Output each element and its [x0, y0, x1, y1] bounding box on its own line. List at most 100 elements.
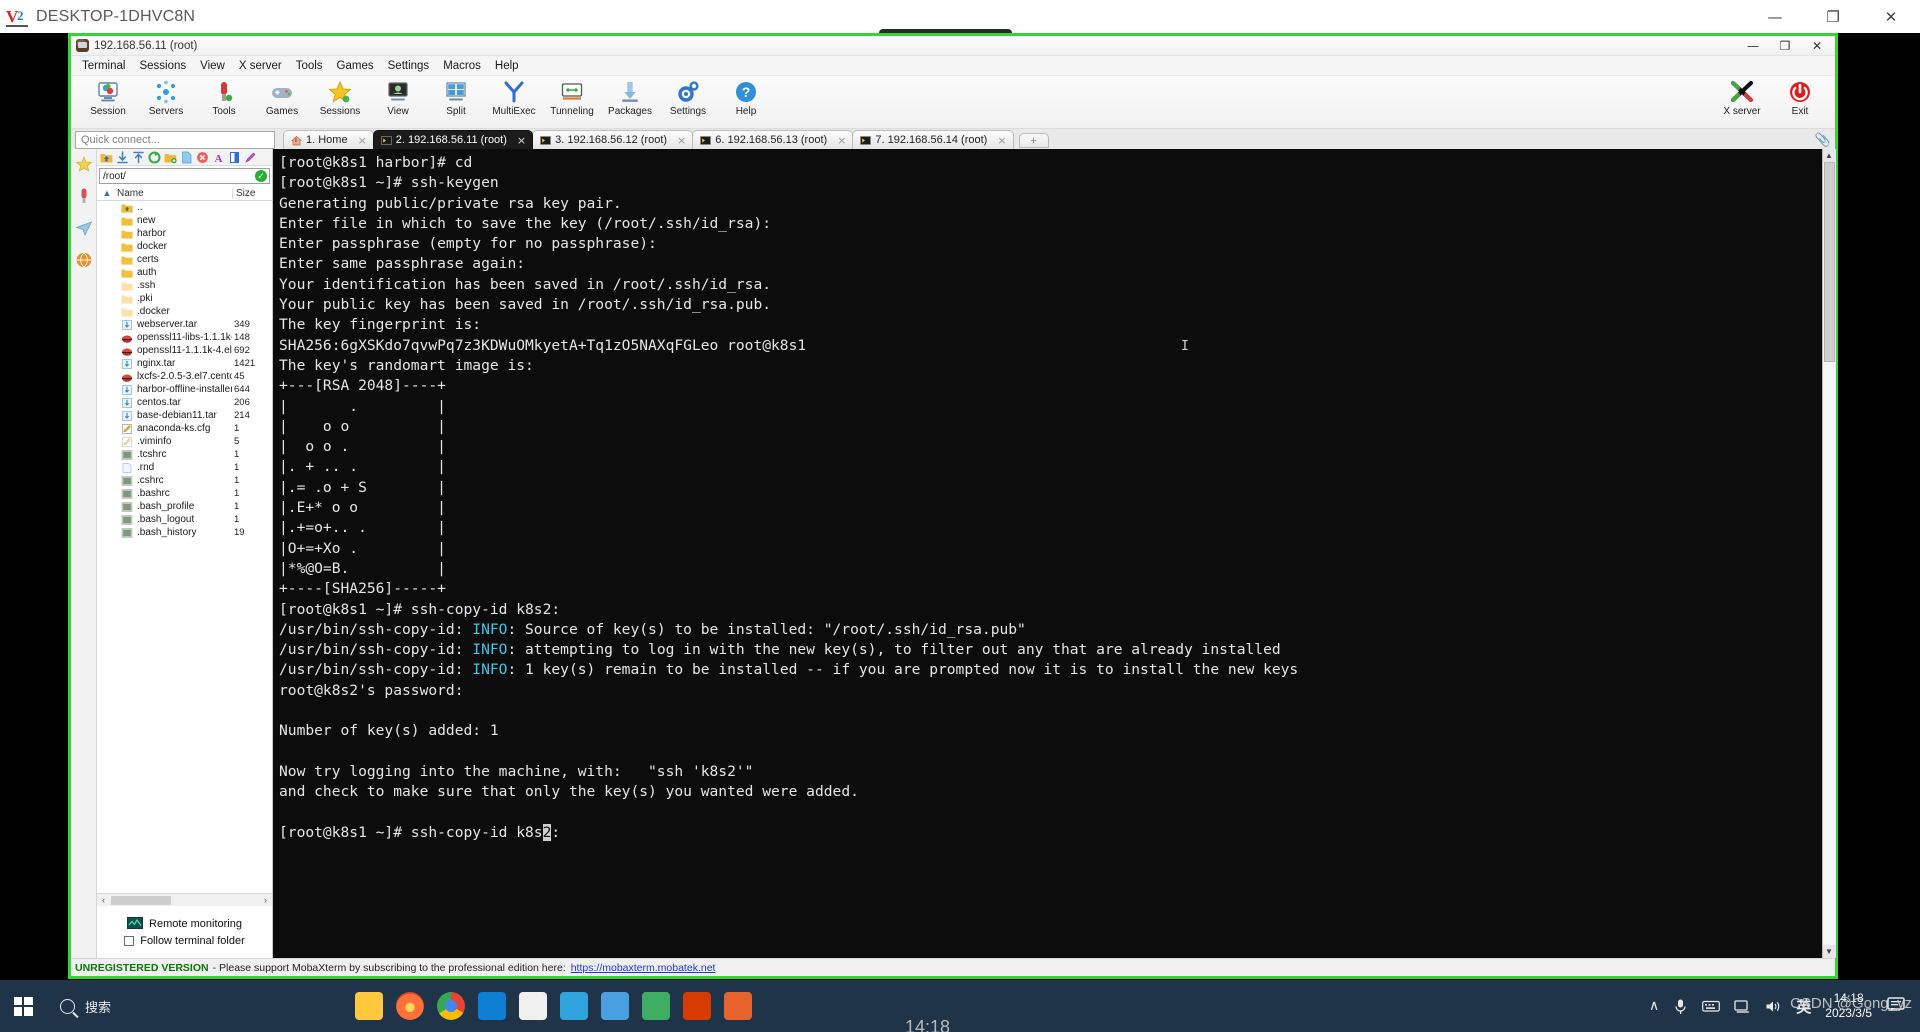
sort-arrow-icon[interactable]: ▲: [97, 188, 117, 198]
column-header-name[interactable]: Name: [117, 188, 232, 199]
file-row[interactable]: openssl11-libs-1.1.1k-4.el7.x...148: [97, 331, 272, 344]
outer-close-button[interactable]: ✕: [1862, 0, 1920, 33]
file-row[interactable]: .tcshrc 1: [97, 448, 272, 461]
menu-macros[interactable]: Macros: [436, 59, 488, 73]
file-row[interactable]: ..: [97, 201, 272, 214]
terminal-scrollbar[interactable]: ▲ ▼: [1822, 149, 1836, 958]
mobaxterm-website-link[interactable]: https://mobaxterm.mobatek.net: [571, 962, 716, 974]
moba-close-button[interactable]: ✕: [1801, 36, 1833, 56]
menu-x-server[interactable]: X server: [232, 59, 289, 73]
ribbon-sessions-button[interactable]: Sessions: [311, 76, 369, 117]
refresh-icon[interactable]: [148, 151, 161, 164]
wps-icon[interactable]: [683, 992, 711, 1020]
globe-icon[interactable]: [75, 251, 93, 269]
tab-6-192-168-56-13[interactable]: 6. 192.168.56.13 (root) ×: [692, 130, 854, 149]
vnc-viewer-icon[interactable]: [642, 992, 670, 1020]
ribbon-xserver-button[interactable]: X server: [1713, 76, 1771, 117]
delete-icon[interactable]: [196, 151, 209, 164]
file-row[interactable]: .bashrc 1: [97, 487, 272, 500]
outer-restore-button[interactable]: ❐: [1804, 0, 1862, 33]
paperclip-icon[interactable]: 📎: [1815, 132, 1831, 148]
tab-close-icon[interactable]: ×: [837, 134, 846, 147]
file-row[interactable]: docker: [97, 240, 272, 253]
xshell-icon[interactable]: [519, 992, 547, 1020]
tab-3-192-168-56-12[interactable]: 3. 192.168.56.12 (root) ×: [532, 130, 694, 149]
font-icon[interactable]: A: [212, 151, 225, 164]
file-row[interactable]: .viminfo 5: [97, 435, 272, 448]
macro-rocket-icon[interactable]: [75, 187, 93, 205]
ribbon-split-button[interactable]: Split: [427, 76, 485, 117]
terminal-icon[interactable]: [228, 151, 241, 164]
ribbon-settings-button[interactable]: Settings: [659, 76, 717, 117]
menu-terminal[interactable]: Terminal: [75, 59, 132, 73]
ribbon-servers-button[interactable]: Servers: [137, 76, 195, 117]
file-row[interactable]: centos.tar 206: [97, 396, 272, 409]
ribbon-packages-button[interactable]: Packages: [601, 76, 659, 117]
terminal-scroll-thumb[interactable]: [1823, 162, 1835, 362]
file-browser-path-input[interactable]: /root/ ✓: [99, 168, 270, 184]
remote-monitoring-button[interactable]: Remote monitoring: [127, 917, 242, 931]
ribbon-tools-button[interactable]: Tools: [195, 76, 253, 117]
scroll-down-arrow[interactable]: ▼: [1822, 945, 1836, 958]
file-row[interactable]: .rnd 1: [97, 461, 272, 474]
edit-icon[interactable]: [244, 151, 257, 164]
scroll-left-arrow[interactable]: ‹: [97, 895, 110, 905]
menu-view[interactable]: View: [193, 59, 232, 73]
taskbar-search-box[interactable]: 搜索: [60, 997, 345, 1016]
tab-close-icon[interactable]: ×: [677, 134, 686, 147]
new-file-icon[interactable]: [180, 151, 193, 164]
file-row[interactable]: harbor: [97, 227, 272, 240]
menu-settings[interactable]: Settings: [381, 59, 437, 73]
terminal-pane[interactable]: [root@k8s1 harbor]# cd [root@k8s1 ~]# ss…: [273, 149, 1836, 958]
ribbon-games-button[interactable]: Games: [253, 76, 311, 117]
typora-icon[interactable]: [724, 992, 752, 1020]
file-row[interactable]: harbor-offline-installer-v2.5.0...644: [97, 383, 272, 396]
new-folder-icon[interactable]: [164, 151, 177, 164]
follow-terminal-folder-row[interactable]: Follow terminal folder: [124, 935, 245, 947]
file-row[interactable]: new: [97, 214, 272, 227]
tab-close-icon[interactable]: ×: [997, 134, 1006, 147]
tab-close-icon[interactable]: ×: [358, 134, 367, 147]
file-row[interactable]: .pki: [97, 292, 272, 305]
menu-games[interactable]: Games: [330, 59, 381, 73]
menu-help[interactable]: Help: [488, 59, 526, 73]
file-row[interactable]: lxcfs-2.0.5-3.el7.centos.x86...45: [97, 370, 272, 383]
scroll-right-arrow[interactable]: ›: [259, 895, 272, 905]
windows-start-icon[interactable]: [0, 980, 46, 1032]
vscode-icon[interactable]: [478, 992, 506, 1020]
tray-chevron-icon[interactable]: ∧: [1649, 998, 1659, 1014]
tab-close-icon[interactable]: ×: [517, 134, 526, 147]
moba-restore-button[interactable]: ❐: [1769, 36, 1801, 56]
file-row[interactable]: nginx.tar 1421: [97, 357, 272, 370]
file-row[interactable]: anaconda-ks.cfg 1: [97, 422, 272, 435]
file-row[interactable]: .bash_profile 1: [97, 500, 272, 513]
menu-tools[interactable]: Tools: [289, 59, 330, 73]
follow-terminal-folder-checkbox[interactable]: [124, 936, 135, 946]
ribbon-help-button[interactable]: ? Help: [717, 76, 775, 117]
ribbon-view-button[interactable]: View: [369, 76, 427, 117]
network-icon[interactable]: [1734, 999, 1751, 1014]
file-row[interactable]: .bash_history 19: [97, 526, 272, 539]
mobaxterm-icon[interactable]: [601, 992, 629, 1020]
keyboard-icon[interactable]: [1702, 999, 1721, 1013]
file-browser-list[interactable]: .. new harbor docker certs auth .ssh .pki .docke…: [97, 201, 272, 893]
column-header-size[interactable]: Size: [232, 187, 272, 199]
scroll-up-arrow[interactable]: ▲: [1822, 149, 1836, 162]
file-row[interactable]: webserver.tar 349: [97, 318, 272, 331]
scrollbar-thumb[interactable]: [111, 896, 171, 905]
telegram-icon[interactable]: [560, 992, 588, 1020]
tab-7-192-168-56-14[interactable]: 7. 192.168.56.14 (root) ×: [852, 130, 1014, 149]
file-row[interactable]: .bash_logout 1: [97, 513, 272, 526]
quick-connect-input[interactable]: Quick connect...: [75, 131, 275, 149]
file-explorer-icon[interactable]: [355, 992, 383, 1020]
file-row[interactable]: certs: [97, 253, 272, 266]
menu-sessions[interactable]: Sessions: [132, 59, 193, 73]
tab-1-home[interactable]: 1. Home ×: [283, 130, 374, 149]
mic-icon[interactable]: [1673, 998, 1688, 1015]
tab-2-192-168-56-11[interactable]: 2. 192.168.56.11 (root) ×: [372, 130, 534, 149]
file-row[interactable]: auth: [97, 266, 272, 279]
moba-minimize-button[interactable]: —: [1737, 36, 1769, 56]
file-row[interactable]: .cshrc 1: [97, 474, 272, 487]
file-row[interactable]: .ssh: [97, 279, 272, 292]
terminal-scroll-track[interactable]: [1822, 162, 1836, 945]
